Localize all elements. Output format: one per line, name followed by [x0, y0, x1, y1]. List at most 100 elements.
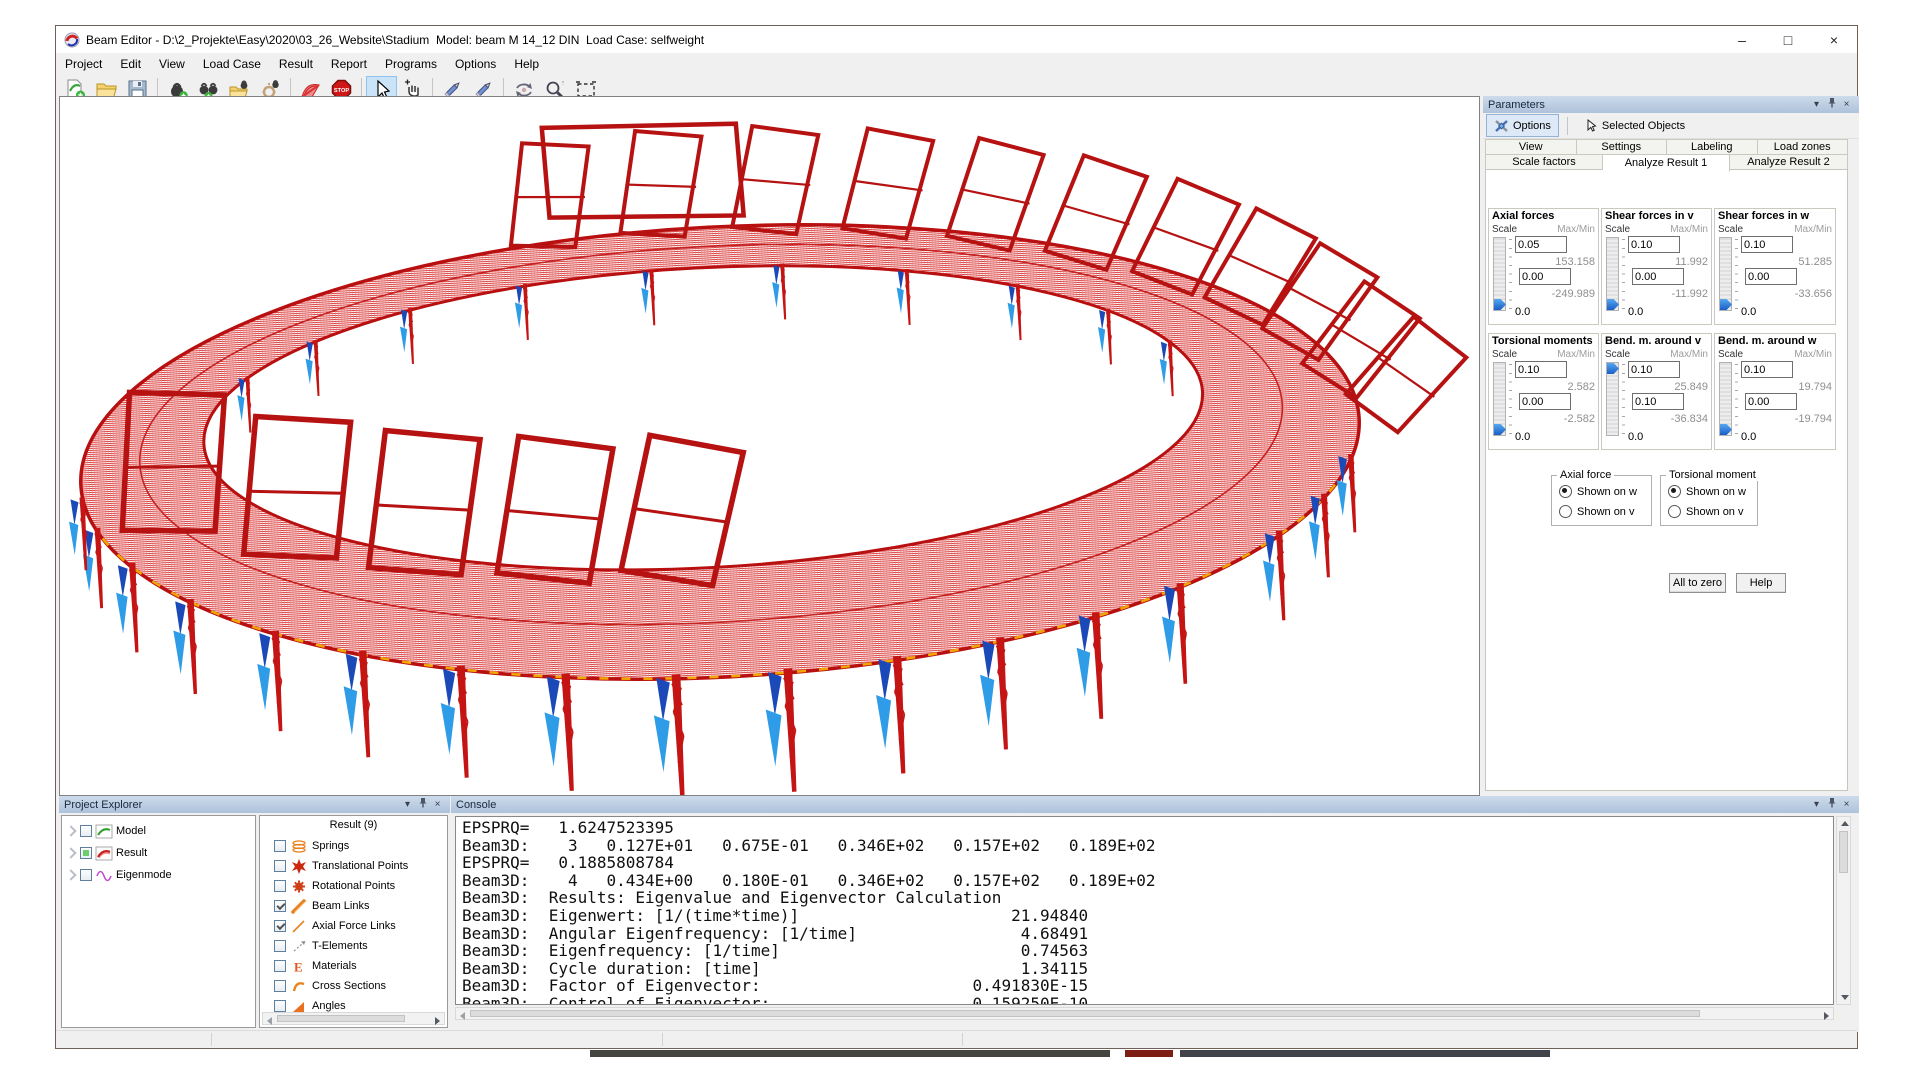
checkbox-icon[interactable]	[274, 1000, 286, 1012]
radio-icon[interactable]	[1668, 485, 1681, 498]
parameters-title-bar[interactable]: Parameters ▾ ×	[1483, 96, 1859, 113]
scroll-right-icon[interactable]	[1824, 1012, 1829, 1020]
all-to-zero-button[interactable]: All to zero	[1669, 573, 1726, 593]
menu-report[interactable]: Report	[322, 57, 376, 71]
maximize-button[interactable]: □	[1765, 26, 1811, 53]
radio-torsional-shown-on-v[interactable]: Shown on v	[1668, 505, 1743, 518]
slider-thumb-icon[interactable]	[1494, 299, 1506, 310]
radio-axial-shown-on-v[interactable]: Shown on v	[1559, 505, 1634, 518]
menu-help[interactable]: Help	[505, 57, 548, 71]
scale-slider[interactable]	[1606, 237, 1619, 311]
slider-thumb-icon[interactable]	[1494, 424, 1506, 435]
list-item-materials[interactable]: E Materials	[260, 956, 447, 976]
console-title-bar[interactable]: Console ▾ ×	[451, 796, 1859, 813]
scale-value-input[interactable]	[1741, 236, 1793, 253]
scrollbar-thumb[interactable]	[1839, 831, 1848, 873]
scale-slider[interactable]	[1493, 237, 1506, 311]
checkbox-icon[interactable]	[274, 880, 286, 892]
list-item-axial-force-links[interactable]: Axial Force Links	[260, 916, 447, 936]
offset-value-input[interactable]	[1745, 268, 1797, 285]
tree-item-result[interactable]: Result	[62, 842, 255, 864]
slider-thumb-icon[interactable]	[1607, 363, 1619, 374]
console-horizontal-scrollbar[interactable]	[455, 1007, 1834, 1020]
options-toggle-button[interactable]: Options	[1486, 114, 1559, 137]
expander-icon[interactable]	[65, 847, 76, 858]
scrollbar-thumb[interactable]	[277, 1015, 405, 1022]
slider-thumb-icon[interactable]	[1607, 299, 1619, 310]
console-output[interactable]: EPSPRQ= 1.6247523395 Beam3D: 3 0.127E+01…	[455, 816, 1834, 1005]
panel-menu-icon[interactable]: ▾	[1809, 97, 1824, 112]
menu-edit[interactable]: Edit	[111, 57, 150, 71]
scrollbar-thumb[interactable]	[470, 1010, 1700, 1017]
menu-view[interactable]: View	[150, 57, 194, 71]
pin-icon[interactable]	[415, 797, 430, 813]
checkbox-icon[interactable]	[274, 980, 286, 992]
list-item-cross-sections[interactable]: Cross Sections	[260, 976, 447, 996]
menu-options[interactable]: Options	[446, 57, 505, 71]
checkbox-icon[interactable]	[80, 847, 92, 859]
list-horizontal-scrollbar[interactable]	[262, 1012, 445, 1025]
panel-menu-icon[interactable]: ▾	[400, 797, 415, 812]
selected-objects-button[interactable]: Selected Objects	[1578, 115, 1693, 136]
checkbox-icon[interactable]	[274, 960, 286, 972]
list-item-translational-points[interactable]: Translational Points	[260, 856, 447, 876]
list-item-springs[interactable]: Springs	[260, 836, 447, 856]
help-button[interactable]: Help	[1736, 573, 1786, 593]
radio-axial-shown-on-w[interactable]: Shown on w	[1559, 485, 1637, 498]
scale-slider[interactable]	[1606, 362, 1619, 436]
pin-icon[interactable]	[1824, 797, 1839, 813]
list-item-beam-links[interactable]: Beam Links	[260, 896, 447, 916]
offset-value-input[interactable]	[1745, 393, 1797, 410]
checkbox-icon[interactable]	[274, 900, 286, 912]
slider-thumb-icon[interactable]	[1720, 299, 1732, 310]
scale-value-input[interactable]	[1741, 361, 1793, 378]
scale-value-input[interactable]	[1515, 361, 1567, 378]
panel-close-icon[interactable]: ×	[1839, 97, 1854, 112]
panel-close-icon[interactable]: ×	[430, 797, 445, 812]
expander-icon[interactable]	[65, 869, 76, 880]
checkbox-icon[interactable]	[274, 920, 286, 932]
close-button[interactable]: ×	[1811, 26, 1857, 53]
menu-loadcase[interactable]: Load Case	[194, 57, 270, 71]
scroll-left-icon[interactable]	[267, 1017, 272, 1025]
radio-torsional-shown-on-w[interactable]: Shown on w	[1668, 485, 1746, 498]
project-explorer-title-bar[interactable]: Project Explorer ▾ ×	[59, 796, 450, 813]
model-viewport[interactable]	[59, 96, 1480, 796]
scale-value-input[interactable]	[1628, 236, 1680, 253]
offset-value-input[interactable]	[1519, 393, 1571, 410]
radio-icon[interactable]	[1668, 505, 1681, 518]
checkbox-icon[interactable]	[80, 825, 92, 837]
scale-slider[interactable]	[1719, 362, 1732, 436]
title-bar[interactable]: Beam Editor - D:\2_Projekte\Easy\2020\03…	[56, 26, 1857, 53]
checkbox-icon[interactable]	[274, 840, 286, 852]
offset-value-input[interactable]	[1632, 268, 1684, 285]
panel-menu-icon[interactable]: ▾	[1809, 797, 1824, 812]
scale-value-input[interactable]	[1515, 236, 1567, 253]
radio-icon[interactable]	[1559, 485, 1572, 498]
scale-slider[interactable]	[1493, 362, 1506, 436]
menu-result[interactable]: Result	[270, 57, 322, 71]
menu-programs[interactable]: Programs	[376, 57, 446, 71]
offset-value-input[interactable]	[1632, 393, 1684, 410]
tree-item-eigenmode[interactable]: Eigenmode	[62, 864, 255, 886]
tree-item-model[interactable]: Model	[62, 820, 255, 842]
offset-value-input[interactable]	[1519, 268, 1571, 285]
panel-close-icon[interactable]: ×	[1839, 797, 1854, 812]
console-vertical-scrollbar[interactable]	[1836, 816, 1851, 1005]
scale-value-input[interactable]	[1628, 361, 1680, 378]
checkbox-icon[interactable]	[274, 940, 286, 952]
menu-project[interactable]: Project	[56, 57, 111, 71]
scroll-right-icon[interactable]	[435, 1017, 440, 1025]
scroll-left-icon[interactable]	[460, 1012, 465, 1020]
scale-slider[interactable]	[1719, 237, 1732, 311]
expander-icon[interactable]	[65, 825, 76, 836]
scroll-up-icon[interactable]	[1841, 821, 1849, 826]
list-item-rotational-points[interactable]: Rotational Points	[260, 876, 447, 896]
scroll-down-icon[interactable]	[1841, 995, 1849, 1000]
minimize-button[interactable]: –	[1719, 26, 1765, 53]
tab-analyze-result-1[interactable]: Analyze Result 1	[1603, 154, 1730, 172]
radio-icon[interactable]	[1559, 505, 1572, 518]
checkbox-icon[interactable]	[80, 869, 92, 881]
list-item-t-elements[interactable]: T-Elements	[260, 936, 447, 956]
slider-thumb-icon[interactable]	[1720, 424, 1732, 435]
